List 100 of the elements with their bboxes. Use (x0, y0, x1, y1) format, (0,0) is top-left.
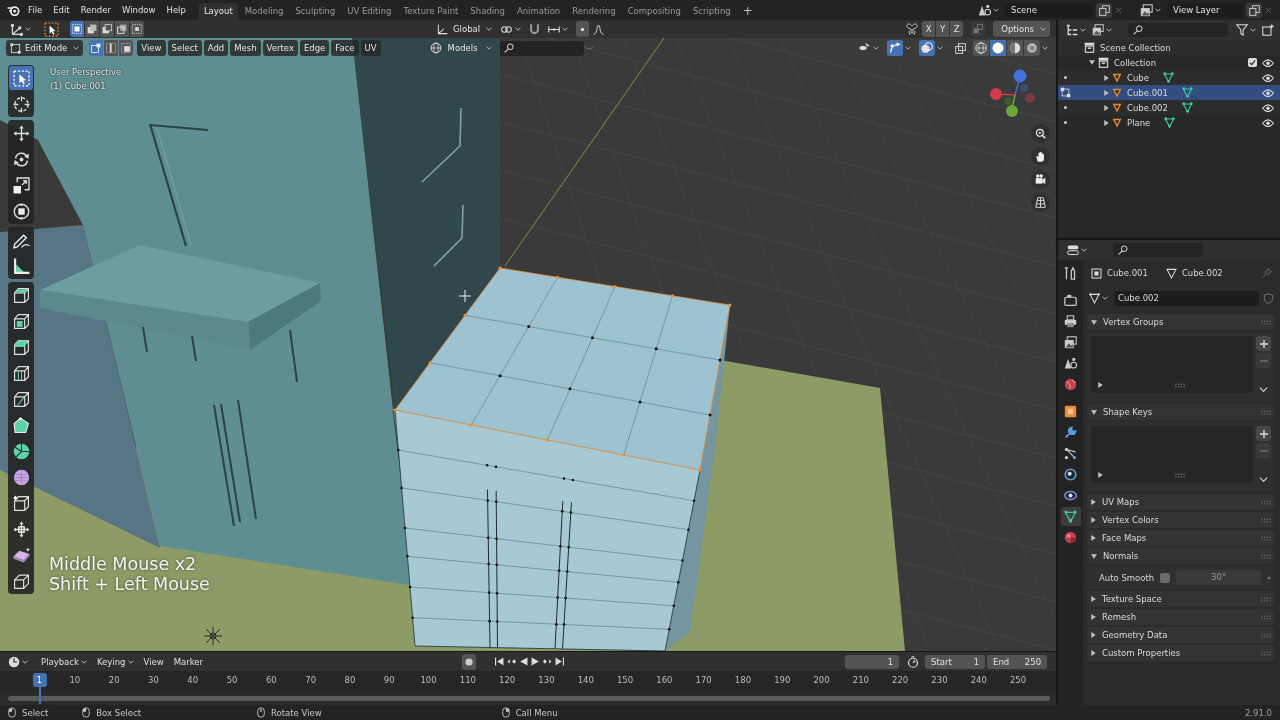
menu-button[interactable]: Vertex (262, 40, 298, 56)
mirror-axis-toggle[interactable]: Y (936, 21, 950, 37)
app-logo-icon[interactable] (7, 4, 20, 16)
mirror-axis-toggle[interactable]: Z (950, 21, 964, 37)
chevron-icon[interactable] (583, 45, 594, 51)
workspace-tab[interactable]: UV Editing (342, 3, 397, 20)
menu-button[interactable]: Select (167, 40, 202, 56)
new-collection-button[interactable] (1262, 22, 1274, 38)
menu-item[interactable]: Edit (48, 5, 75, 15)
menu-button[interactable]: UV (360, 40, 381, 56)
workspace-tab[interactable]: Rendering (567, 3, 621, 20)
xray-toggle[interactable] (953, 40, 968, 56)
eye-icon[interactable] (1262, 88, 1274, 97)
auto-smooth-checkbox[interactable] (1160, 572, 1171, 583)
duplicate-view-layer-button[interactable] (1246, 2, 1262, 18)
options-dropdown[interactable]: Options (993, 21, 1050, 37)
eye-icon[interactable] (1262, 118, 1274, 127)
eye-icon[interactable] (1262, 58, 1274, 67)
editor-type-button[interactable] (1066, 22, 1086, 38)
proportional-edit-toggle[interactable] (576, 21, 590, 37)
add-workspace-button[interactable]: + (737, 3, 758, 20)
filter-dropdown[interactable] (1236, 22, 1256, 38)
eye-icon[interactable] (1262, 103, 1274, 112)
mode-dropdown[interactable]: Edit Mode (6, 40, 84, 56)
workspace-tab[interactable]: Shading (465, 3, 510, 20)
outliner-row[interactable]: Collection (1058, 55, 1280, 70)
panel-header[interactable]: UV Maps (1087, 494, 1274, 510)
select-mode-button[interactable] (89, 40, 104, 56)
panel-header[interactable]: Remesh (1087, 609, 1274, 625)
start-frame-field[interactable]: Start 1 (925, 654, 986, 669)
menu-button[interactable]: Keying (91, 656, 139, 667)
menu-button[interactable]: Face (331, 40, 359, 56)
panel-header[interactable]: Vertex Colors (1087, 512, 1274, 528)
add-button[interactable] (1256, 336, 1271, 351)
panel-header[interactable]: Texture Space (1087, 591, 1274, 607)
playhead[interactable]: 1 (32, 673, 47, 687)
workspace-tab[interactable]: Texture Paint (398, 3, 464, 20)
search-field[interactable] (1113, 243, 1203, 257)
active-tool-button[interactable] (43, 21, 60, 37)
workspace-tab[interactable]: Modeling (239, 3, 289, 20)
panel-header[interactable]: Face Maps (1087, 530, 1274, 546)
close-icon[interactable] (1115, 6, 1122, 14)
auto-merge-toggle[interactable] (971, 21, 986, 37)
workspace-tab[interactable]: Animation (511, 3, 566, 20)
mesh-square-icon[interactable] (1059, 87, 1071, 98)
menu-item[interactable]: Help (161, 5, 191, 15)
auto-keying-toggle[interactable] (462, 653, 477, 670)
overlay-toggle[interactable] (919, 40, 935, 56)
panel-header[interactable]: Geometry Data (1087, 627, 1274, 643)
outliner-row[interactable]: Plane (1058, 115, 1280, 130)
add-button[interactable] (1256, 426, 1271, 441)
workspace-tab[interactable]: Compositing (622, 3, 686, 20)
select-mode-button[interactable] (119, 40, 134, 56)
dot-icon[interactable] (1063, 106, 1067, 109)
panel-header[interactable]: Normals (1087, 548, 1274, 564)
menu-button[interactable]: Add (203, 40, 229, 56)
selection-mode-button[interactable] (115, 21, 129, 37)
outliner-row[interactable]: Cube (1058, 70, 1280, 85)
panel-header[interactable]: Custom Properties (1087, 645, 1274, 661)
menu-item[interactable]: Render (75, 5, 116, 15)
mesh-browse-button[interactable] (1087, 290, 1110, 306)
perspective-toggle[interactable] (1031, 193, 1050, 212)
mesh-data-tab[interactable] (1060, 507, 1081, 526)
shading-mode-button[interactable] (1024, 40, 1040, 56)
view-layer-name-field[interactable]: View Layer (1167, 2, 1243, 18)
selection-mode-button[interactable] (85, 21, 99, 37)
panel-header[interactable]: Vertex Groups (1087, 314, 1274, 330)
eye-icon[interactable] (1262, 73, 1274, 82)
menu-item[interactable]: Window (116, 5, 161, 15)
orientation-dropdown[interactable]: Global (433, 21, 497, 37)
select-mode-button[interactable] (104, 40, 119, 56)
panel-header[interactable]: Shape Keys (1087, 404, 1274, 420)
mesh-name-field[interactable]: Cube.002 (1114, 290, 1259, 306)
gizmo-toggle[interactable] (887, 40, 903, 56)
scene-name-field[interactable]: Scene (1005, 2, 1093, 18)
dot-icon[interactable] (1063, 76, 1067, 79)
shading-mode-button[interactable] (973, 40, 989, 56)
select-box-tool[interactable] (9, 66, 33, 90)
outliner-row[interactable]: Cube.001 (1058, 85, 1280, 100)
selection-mode-button[interactable] (70, 21, 84, 37)
pan-button[interactable] (1031, 147, 1050, 166)
current-frame-field[interactable]: 1 (845, 654, 900, 669)
workspace-tab[interactable]: Sculpting (290, 3, 341, 20)
mirror-axis-toggle[interactable]: X (922, 21, 936, 37)
search-field[interactable] (1128, 23, 1228, 37)
shading-mode-button[interactable] (1007, 40, 1023, 56)
camera-view-button[interactable] (1031, 170, 1050, 189)
selection-mode-button[interactable] (100, 21, 114, 37)
selection-mode-button[interactable] (130, 21, 144, 37)
menu-button[interactable]: View (137, 40, 166, 56)
end-frame-field[interactable]: End 250 (987, 654, 1048, 669)
display-mode-dropdown[interactable] (1092, 22, 1112, 38)
workspace-tab[interactable]: Scripting (687, 3, 736, 20)
dot-icon[interactable] (1063, 121, 1067, 124)
menu-button[interactable]: Edge (299, 40, 330, 56)
include-checkbox[interactable] (1248, 58, 1257, 67)
outliner-row[interactable]: Cube.002 (1058, 100, 1280, 115)
shield-icon[interactable] (1263, 292, 1274, 304)
close-icon[interactable] (1265, 6, 1272, 14)
zoom-button[interactable] (1031, 124, 1050, 143)
